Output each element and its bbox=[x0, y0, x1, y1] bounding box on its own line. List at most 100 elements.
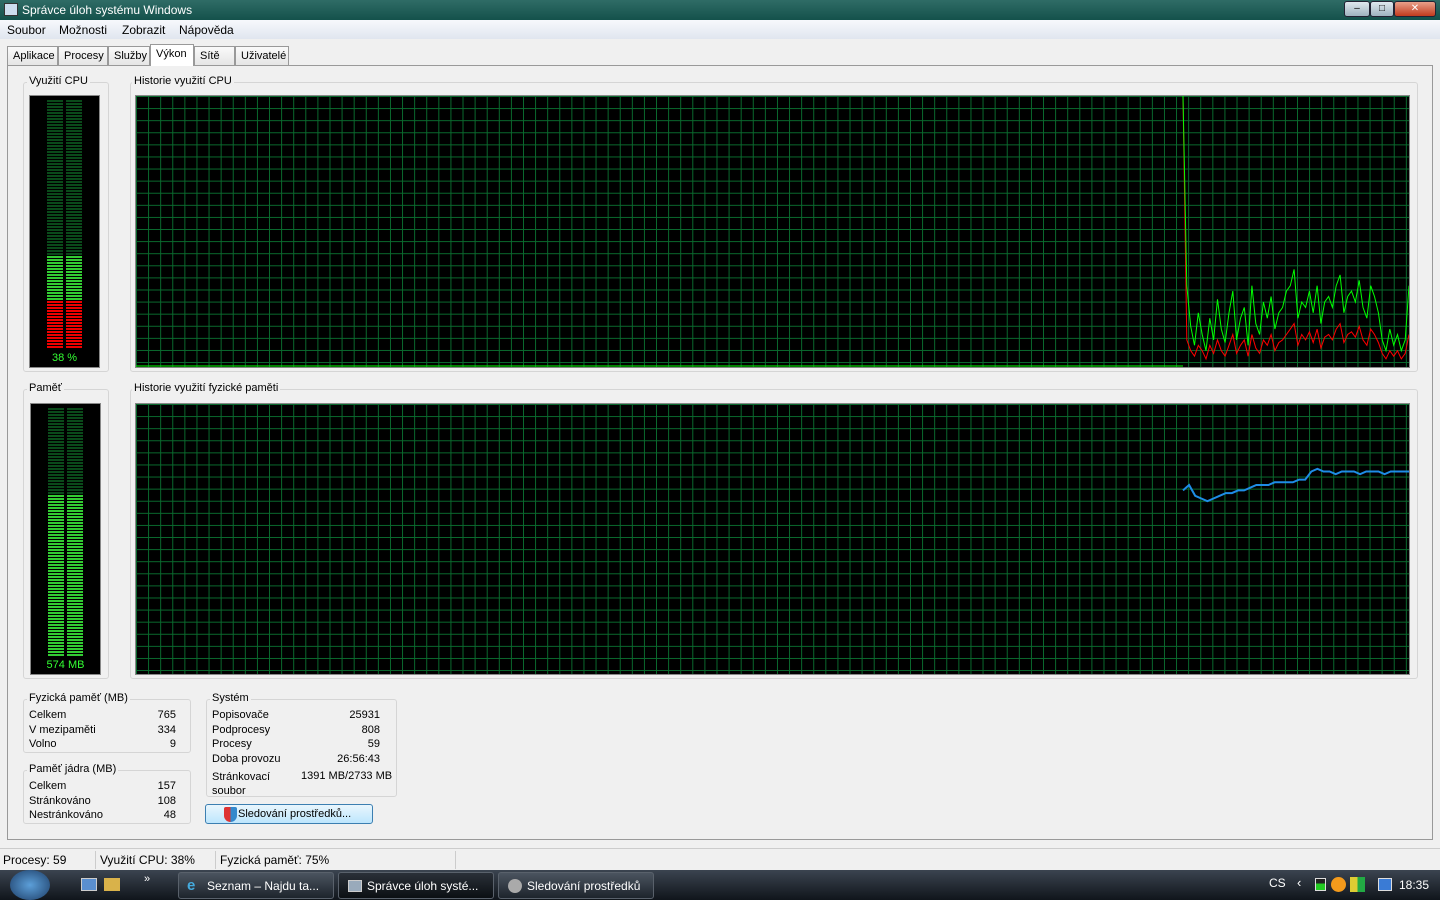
show-desktop-icon[interactable] bbox=[81, 878, 97, 891]
meter-segment bbox=[67, 600, 83, 602]
meter-segment bbox=[48, 441, 64, 443]
kernel-paged-label: Stránkováno bbox=[29, 795, 91, 807]
meter-segment bbox=[47, 235, 63, 237]
meter-segment bbox=[47, 208, 63, 210]
task-manager-icon bbox=[348, 880, 362, 892]
tab-vykon[interactable]: Výkon bbox=[150, 44, 194, 66]
meter-segment bbox=[48, 429, 64, 431]
meter-segment bbox=[67, 438, 83, 440]
meter-segment bbox=[67, 519, 83, 521]
meter-segment bbox=[47, 325, 63, 327]
meter-segment bbox=[47, 286, 63, 288]
chevron-left-icon[interactable]: ‹ bbox=[1297, 875, 1301, 890]
meter-segment bbox=[66, 109, 82, 111]
meter-segment bbox=[66, 250, 82, 252]
meter-segment bbox=[47, 232, 63, 234]
meter-segment bbox=[47, 226, 63, 228]
meter-segment bbox=[66, 304, 82, 306]
meter-segment bbox=[47, 133, 63, 135]
meter-segment bbox=[67, 654, 83, 656]
language-indicator[interactable]: CS bbox=[1269, 876, 1286, 890]
kernel-total-label: Celkem bbox=[29, 780, 67, 792]
taskbar-item-resource-monitor[interactable]: Sledování prostředků bbox=[498, 872, 654, 899]
meter-segment bbox=[67, 570, 83, 572]
meter-segment bbox=[67, 492, 83, 494]
close-button[interactable]: ✕ bbox=[1394, 1, 1436, 17]
meter-segment bbox=[67, 552, 83, 554]
tray-app-icon[interactable] bbox=[1331, 877, 1346, 892]
clock[interactable]: 18:35 bbox=[1399, 878, 1429, 892]
status-cpu: Využití CPU: 38% bbox=[100, 853, 195, 867]
meter-segment bbox=[48, 492, 64, 494]
switch-windows-icon[interactable] bbox=[104, 878, 120, 891]
security-center-icon[interactable] bbox=[1350, 877, 1365, 892]
meter-segment bbox=[47, 169, 63, 171]
tab-aplikace[interactable]: Aplikace bbox=[7, 46, 58, 66]
taskbar: » e Seznam – Najdu ta... Správce úloh sys… bbox=[0, 870, 1440, 900]
meter-segment bbox=[66, 205, 82, 207]
meter-segment bbox=[67, 456, 83, 458]
meter-segment bbox=[48, 507, 64, 509]
menu-bar: Soubor Možnosti Zobrazit Nápověda bbox=[0, 20, 1440, 39]
meter-segment bbox=[48, 417, 64, 419]
kernel-total-value: 157 bbox=[157, 780, 176, 792]
meter-segment bbox=[67, 459, 83, 461]
window-title: Správce úloh systému Windows bbox=[22, 3, 193, 17]
meter-segment bbox=[48, 531, 64, 533]
menu-zobrazit[interactable]: Zobrazit bbox=[122, 23, 165, 37]
phys-cached-value: 334 bbox=[157, 724, 176, 736]
minimize-button[interactable]: – bbox=[1344, 1, 1370, 17]
meter-segment bbox=[67, 567, 83, 569]
meter-segment bbox=[48, 609, 64, 611]
meter-segment bbox=[67, 453, 83, 455]
meter-segment bbox=[66, 163, 82, 165]
meter-segment bbox=[48, 468, 64, 470]
cpu-usage-value: 38 % bbox=[51, 352, 78, 364]
meter-segment bbox=[66, 256, 82, 258]
menu-moznosti[interactable]: Možnosti bbox=[59, 23, 107, 37]
meter-segment bbox=[47, 229, 63, 231]
resource-monitor-button[interactable]: Sledování prostředků... bbox=[205, 804, 373, 824]
meter-segment bbox=[48, 450, 64, 452]
meter-segment bbox=[47, 289, 63, 291]
handles-value: 25931 bbox=[349, 709, 380, 721]
meter-segment bbox=[48, 465, 64, 467]
network-activity-icon[interactable] bbox=[1315, 878, 1326, 891]
taskbar-item-task-manager[interactable]: Správce úloh systé... bbox=[338, 872, 494, 899]
meter-segment bbox=[47, 223, 63, 225]
meter-segment bbox=[66, 184, 82, 186]
meter-segment bbox=[67, 531, 83, 533]
tab-uzivatele[interactable]: Uživatelé bbox=[235, 46, 289, 66]
meter-segment bbox=[66, 193, 82, 195]
meter-segment bbox=[47, 247, 63, 249]
meter-segment bbox=[48, 525, 64, 527]
meter-segment bbox=[48, 549, 64, 551]
meter-segment bbox=[47, 160, 63, 162]
tab-site[interactable]: Sítě bbox=[194, 46, 235, 66]
meter-segment bbox=[66, 220, 82, 222]
status-memory: Fyzická paměť: 75% bbox=[220, 853, 330, 867]
meter-segment bbox=[66, 196, 82, 198]
meter-segment bbox=[67, 612, 83, 614]
kernel-paged-value: 108 bbox=[157, 795, 176, 807]
meter-segment bbox=[47, 334, 63, 336]
meter-segment bbox=[66, 271, 82, 273]
meter-segment bbox=[67, 645, 83, 647]
tab-procesy[interactable]: Procesy bbox=[58, 46, 108, 66]
meter-segment bbox=[47, 115, 63, 117]
meter-segment bbox=[66, 118, 82, 120]
meter-segment bbox=[66, 136, 82, 138]
taskbar-item-seznam[interactable]: e Seznam – Najdu ta... bbox=[178, 872, 334, 899]
maximize-button[interactable]: □ bbox=[1370, 1, 1394, 17]
memory-meter: 574 MB bbox=[30, 403, 101, 675]
meter-segment bbox=[47, 184, 63, 186]
meter-segment bbox=[67, 624, 83, 626]
tab-sluzby[interactable]: Služby bbox=[108, 46, 150, 66]
menu-soubor[interactable]: Soubor bbox=[7, 23, 46, 37]
chevron-more-icon[interactable]: » bbox=[144, 873, 150, 885]
meter-segment bbox=[67, 633, 83, 635]
meter-segment bbox=[66, 289, 82, 291]
network-icon[interactable] bbox=[1378, 878, 1392, 891]
menu-napoveda[interactable]: Nápověda bbox=[179, 23, 234, 37]
start-button[interactable] bbox=[10, 870, 50, 900]
